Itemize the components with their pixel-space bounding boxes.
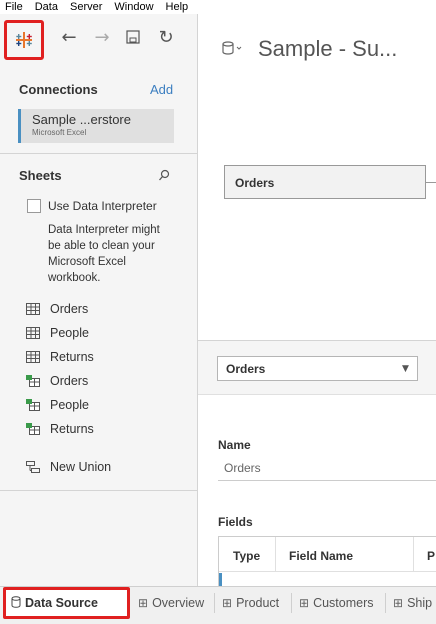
toolbar: ← → ↻ <box>0 14 198 64</box>
tab-label: Ship <box>407 596 433 610</box>
tab-label: Data Source <box>25 596 98 610</box>
sheet-item-orders-range[interactable]: Orders <box>26 372 88 390</box>
database-icon <box>222 40 244 59</box>
table-icon <box>26 351 40 363</box>
data-interpreter-description: Data Interpreter might be able to clean … <box>48 224 160 284</box>
name-input[interactable]: Orders <box>224 461 261 475</box>
column-header-physical[interactable]: P <box>427 549 435 563</box>
chevron-down-icon[interactable]: ▼ <box>402 364 409 374</box>
sheet-item-label: Returns <box>50 422 94 436</box>
sheet-tab-bar: Data Source ⊞ Overview ⊞ Product ⊞ Custo… <box>0 586 436 624</box>
tab-data-source[interactable]: Data Source <box>3 587 130 619</box>
sheet-item-returns[interactable]: Returns <box>26 348 94 366</box>
table-icon <box>26 327 40 339</box>
connection-type: Microsoft Excel <box>32 128 87 137</box>
sheet-item-label: Orders <box>50 374 89 388</box>
tab-separator <box>291 593 292 613</box>
sheet-item-people-range[interactable]: People <box>26 396 89 414</box>
named-range-icon <box>26 399 40 411</box>
back-arrow-icon[interactable]: ← <box>58 26 80 48</box>
add-connection-link[interactable]: Add <box>150 82 173 97</box>
union-icon <box>26 461 40 473</box>
name-label: Name <box>218 438 251 452</box>
sheet-item-label: Orders <box>50 302 89 316</box>
table-icon <box>26 303 40 315</box>
tab-separator <box>385 593 386 613</box>
section-divider <box>0 153 198 154</box>
tab-label: Overview <box>152 596 205 610</box>
menu-window[interactable]: Window <box>109 0 153 14</box>
canvas-table-orders[interactable]: Orders <box>224 165 426 199</box>
new-union-item[interactable]: New Union <box>26 458 111 476</box>
data-interpreter-row: Use Data Interpreter <box>27 199 157 213</box>
menu-help[interactable]: Help <box>161 0 189 14</box>
row-divider <box>219 571 436 572</box>
sheet-item-people[interactable]: People <box>26 324 89 342</box>
named-range-icon <box>26 423 40 435</box>
datasource-title[interactable]: Sample - Su... <box>258 36 397 62</box>
worksheet-icon: ⊞ <box>393 596 404 610</box>
refresh-icon[interactable]: ↻ <box>155 26 177 48</box>
worksheet-icon: ⊞ <box>222 596 233 610</box>
row-marker <box>219 573 222 587</box>
table-select[interactable]: Orders <box>217 356 418 381</box>
data-interpreter-checkbox[interactable] <box>27 199 41 213</box>
named-range-icon <box>26 375 40 387</box>
sheet-item-returns-range[interactable]: Returns <box>26 420 94 438</box>
tab-product[interactable]: ⊞ Product <box>222 587 279 619</box>
tab-ship[interactable]: ⊞ Ship <box>393 587 432 619</box>
tab-separator <box>214 593 215 613</box>
sheet-item-label: People <box>50 398 89 412</box>
tab-label: Product <box>236 596 280 610</box>
data-interpreter-label: Use Data Interpreter <box>48 199 157 213</box>
tab-customers[interactable]: ⊞ Customers <box>299 587 374 619</box>
name-underline <box>218 480 436 481</box>
forward-arrow-icon[interactable]: → <box>91 26 113 48</box>
tab-label: Customers <box>313 596 374 610</box>
left-pane: ← → ↻ Connections Add Sample ...erstore … <box>0 14 198 586</box>
save-icon[interactable] <box>122 26 144 48</box>
fields-table: Type Field Name P <box>218 536 436 587</box>
column-header-field-name[interactable]: Field Name <box>289 549 353 563</box>
column-separator <box>413 537 414 571</box>
connections-header: Connections <box>19 82 98 97</box>
menu-server[interactable]: Server <box>65 0 102 14</box>
sheet-item-label: People <box>50 326 89 340</box>
tableau-logo-button[interactable] <box>4 20 44 60</box>
sheets-header: Sheets <box>19 168 62 183</box>
database-icon <box>11 595 21 611</box>
new-union-label: New Union <box>50 460 112 474</box>
menu-data[interactable]: Data <box>30 0 58 14</box>
column-separator <box>275 537 276 571</box>
sheet-item-orders[interactable]: Orders <box>26 300 88 318</box>
fields-label: Fields <box>218 515 253 529</box>
tableau-logo-icon <box>16 32 32 48</box>
tab-overview[interactable]: ⊞ Overview <box>138 587 204 619</box>
worksheet-icon: ⊞ <box>299 596 310 610</box>
search-icon[interactable] <box>158 168 170 182</box>
section-divider <box>0 490 198 491</box>
column-header-type[interactable]: Type <box>233 549 260 563</box>
menu-file[interactable]: File <box>0 0 23 14</box>
connection-name: Sample ...erstore <box>32 112 131 127</box>
menu-bar: File Data Server Window Help <box>0 0 436 14</box>
worksheet-icon: ⊞ <box>138 596 149 610</box>
sheet-item-label: Returns <box>50 350 94 364</box>
canvas-connector-line <box>426 182 436 183</box>
connection-item[interactable]: Sample ...erstore Microsoft Excel <box>18 109 174 143</box>
